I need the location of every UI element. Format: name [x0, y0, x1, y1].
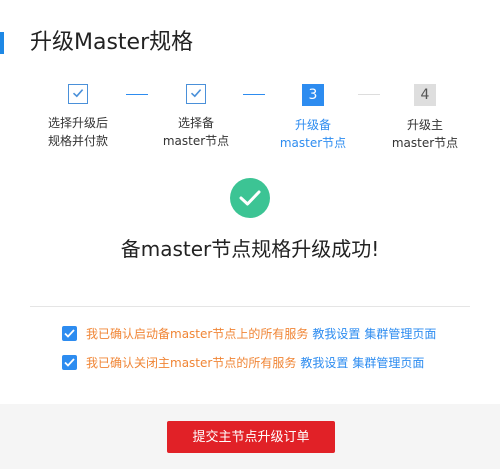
success-message: 备master节点规格升级成功! [120, 237, 380, 261]
dialog-footer: 提交主节点升级订单 [0, 404, 500, 469]
dialog-title: 升级Master规格 [30, 30, 194, 55]
confirm-start-backup-checkbox[interactable] [62, 326, 77, 341]
step-2-label: 选择备 master节点 [162, 116, 230, 148]
how-to-setup-link-1[interactable]: 教我设置 [312, 327, 360, 341]
step-2: 选择备 master节点 [141, 84, 251, 150]
step-4: 4 升级主 master节点 [370, 84, 480, 152]
step-1-label: 选择升级后 规格并付款 [47, 116, 108, 148]
step-1-check-icon [68, 84, 88, 104]
confirm-stop-primary-group: 我已确认关闭主master节点的所有服务 教我设置 集群管理页面 [86, 354, 424, 372]
dialog-header: 升级Master规格 [0, 28, 500, 62]
step-3-number: 3 [302, 84, 324, 106]
success-check-icon [230, 178, 270, 218]
progress-steps: 选择升级后 规格并付款 选择备 master节点 3 升级备 master节点 … [0, 84, 500, 154]
submit-primary-upgrade-button[interactable]: 提交主节点升级订单 [167, 421, 335, 453]
title-accent-bar [0, 32, 4, 54]
confirm-start-backup-text: 我已确认启动备master节点上的所有服务 [86, 327, 309, 341]
confirm-stop-primary-text: 我已确认关闭主master节点的所有服务 [86, 356, 297, 370]
cluster-management-link-1[interactable]: 集群管理页面 [364, 327, 436, 341]
section-divider [30, 306, 470, 307]
step-4-label: 升级主 master节点 [391, 118, 459, 150]
upgrade-master-dialog: 升级Master规格 选择升级后 规格并付款 选择备 master节点 3 升级… [0, 0, 500, 469]
step-3-label: 升级备 master节点 [279, 118, 347, 150]
step-1: 选择升级后 规格并付款 [23, 84, 133, 150]
step-3: 3 升级备 master节点 [258, 84, 368, 152]
confirm-start-backup-group: 我已确认启动备master节点上的所有服务 教我设置 集群管理页面 [86, 325, 436, 343]
confirm-stop-primary-checkbox[interactable] [62, 355, 77, 370]
how-to-setup-link-2[interactable]: 教我设置 [300, 356, 348, 370]
step-4-number: 4 [414, 84, 436, 106]
step-2-check-icon [186, 84, 206, 104]
cluster-management-link-2[interactable]: 集群管理页面 [352, 356, 424, 370]
